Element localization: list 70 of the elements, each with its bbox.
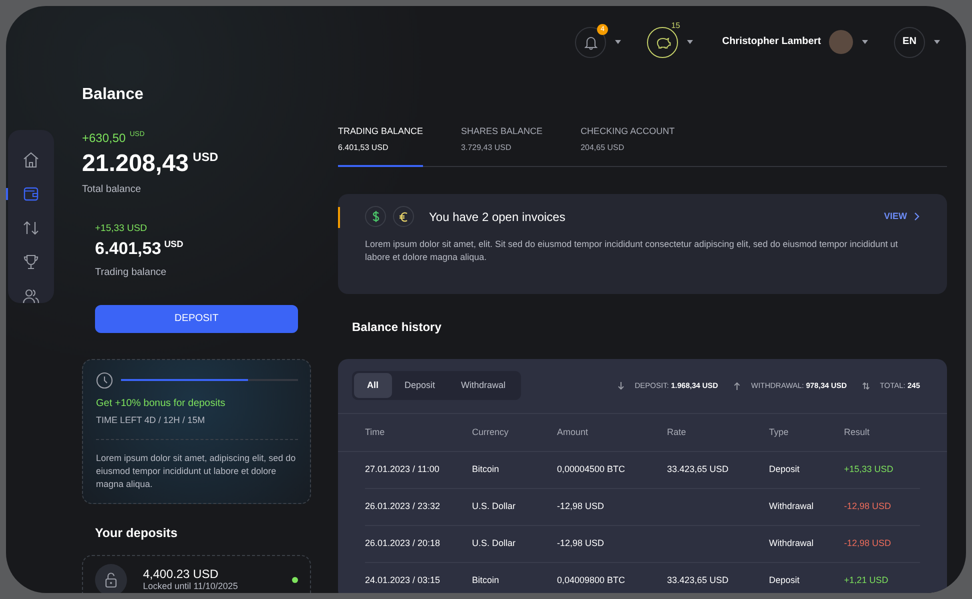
- view-link[interactable]: VIEW: [884, 211, 921, 222]
- balance-tab[interactable]: SHARES BALANCE 3.729,43 USD: [461, 126, 543, 168]
- balance-tab[interactable]: TRADING BALANCE 6.401,53 USD: [338, 126, 424, 168]
- language-button[interactable]: EN: [894, 26, 925, 58]
- filter-tab[interactable]: Deposit: [392, 373, 448, 398]
- table-cell: 27.01.2023 / 11:00: [365, 464, 440, 474]
- column-header: Result: [844, 426, 870, 438]
- deposit-amount: 4,400.23 USD: [143, 567, 220, 582]
- clock-icon: [96, 372, 113, 389]
- users-icon: [22, 287, 40, 305]
- column-header: Type: [769, 426, 790, 438]
- caret-icon[interactable]: [862, 40, 868, 44]
- table-cell: 24.01.2023 / 03:15: [365, 575, 440, 586]
- bonus-title: Get +10% bonus for deposits: [96, 398, 226, 410]
- table-cell: Deposit: [769, 464, 800, 474]
- table-cell: 0,04009800 BTC: [557, 575, 626, 586]
- deposit-button[interactable]: DEPOSIT: [95, 304, 298, 333]
- filter-tab[interactable]: All: [354, 373, 392, 398]
- caret-icon[interactable]: [934, 40, 940, 44]
- padlock-icon: [104, 572, 118, 588]
- deposit-note: Locked until 11/10/2025: [143, 581, 239, 592]
- transfer-arrows-icon: [22, 219, 40, 237]
- column-header: Rate: [667, 426, 688, 438]
- table-cell: +15,33 USD: [844, 464, 894, 474]
- table-cell: 33.423,65 USD: [667, 575, 729, 586]
- table-cell: 26.01.2023 / 23:32: [365, 501, 440, 512]
- table-cell: 33.423,65 USD: [667, 464, 729, 474]
- total-balance-label: Total balance: [82, 184, 142, 196]
- page-title: Balance: [82, 85, 144, 104]
- trophy-icon: [22, 253, 40, 271]
- section-title: Balance history: [351, 320, 442, 335]
- arrow-up-icon: [733, 380, 742, 391]
- table-cell: Withdrawal: [769, 538, 814, 548]
- column-header: Currency: [472, 426, 510, 438]
- table-cell: Bitcoin: [472, 575, 500, 586]
- table-cell: 26.01.2023 / 20:18: [365, 538, 440, 548]
- trading-change: +15,33 USD: [95, 222, 148, 234]
- table-cell: 0,00004500 BTC: [557, 464, 626, 474]
- table-cell: -12,98 USD: [557, 501, 604, 512]
- swap-arrows-icon: [862, 380, 870, 391]
- table-cell: -12,98 USD: [844, 501, 892, 512]
- arrow-down-icon: [616, 380, 625, 391]
- trading-balance-label: Trading balance: [95, 266, 168, 279]
- table-cell: U.S. Dollar: [472, 501, 516, 512]
- caret-icon[interactable]: [687, 40, 694, 44]
- user-name[interactable]: Christopher Lambert: [722, 36, 821, 48]
- euro-sign-icon: [399, 212, 408, 222]
- table-cell: -12,98 USD: [557, 538, 604, 548]
- time-left: TIME LEFT 4D / 12H / 15M: [96, 414, 206, 426]
- table-cell: Bitcoin: [472, 464, 500, 474]
- caret-icon[interactable]: [615, 40, 622, 44]
- section-title: Your deposits: [94, 526, 178, 541]
- piggy-bank-icon: [654, 36, 671, 48]
- wallet-icon: [22, 185, 40, 203]
- table-cell: Withdrawal: [769, 501, 814, 512]
- table-cell: +1,21 USD: [844, 575, 888, 586]
- column-header: Time: [365, 426, 386, 438]
- bonus-description: Lorem ipsum dolor sit amet, adipiscing elit, sed do eiusmod tempor incididunt ut labore et dolore magna aliqua.: [96, 452, 297, 491]
- home-icon: [22, 151, 40, 169]
- table-cell: Deposit: [769, 575, 800, 586]
- filter-tab[interactable]: Withdrawal: [448, 373, 519, 398]
- bell-icon: [584, 34, 598, 50]
- invoice-description: Lorem ipsum dolor sit amet, elit. Sit sed do eiusmod tempor incididunt consectetur adipiscing elit, sed do eiusmod tempor incididunt ut labore et dolore magna aliqua.: [365, 238, 899, 264]
- table-cell: -12,98 USD: [844, 538, 892, 548]
- invoice-title: You have 2 open invoices: [429, 210, 566, 224]
- dollar-sign-icon: [372, 211, 380, 222]
- column-header: Amount: [557, 426, 590, 438]
- balance-tab[interactable]: CHECKING ACCOUNT 204,65 USD: [580, 126, 675, 168]
- accent-bar: [338, 207, 340, 228]
- table-cell: U.S. Dollar: [472, 538, 516, 548]
